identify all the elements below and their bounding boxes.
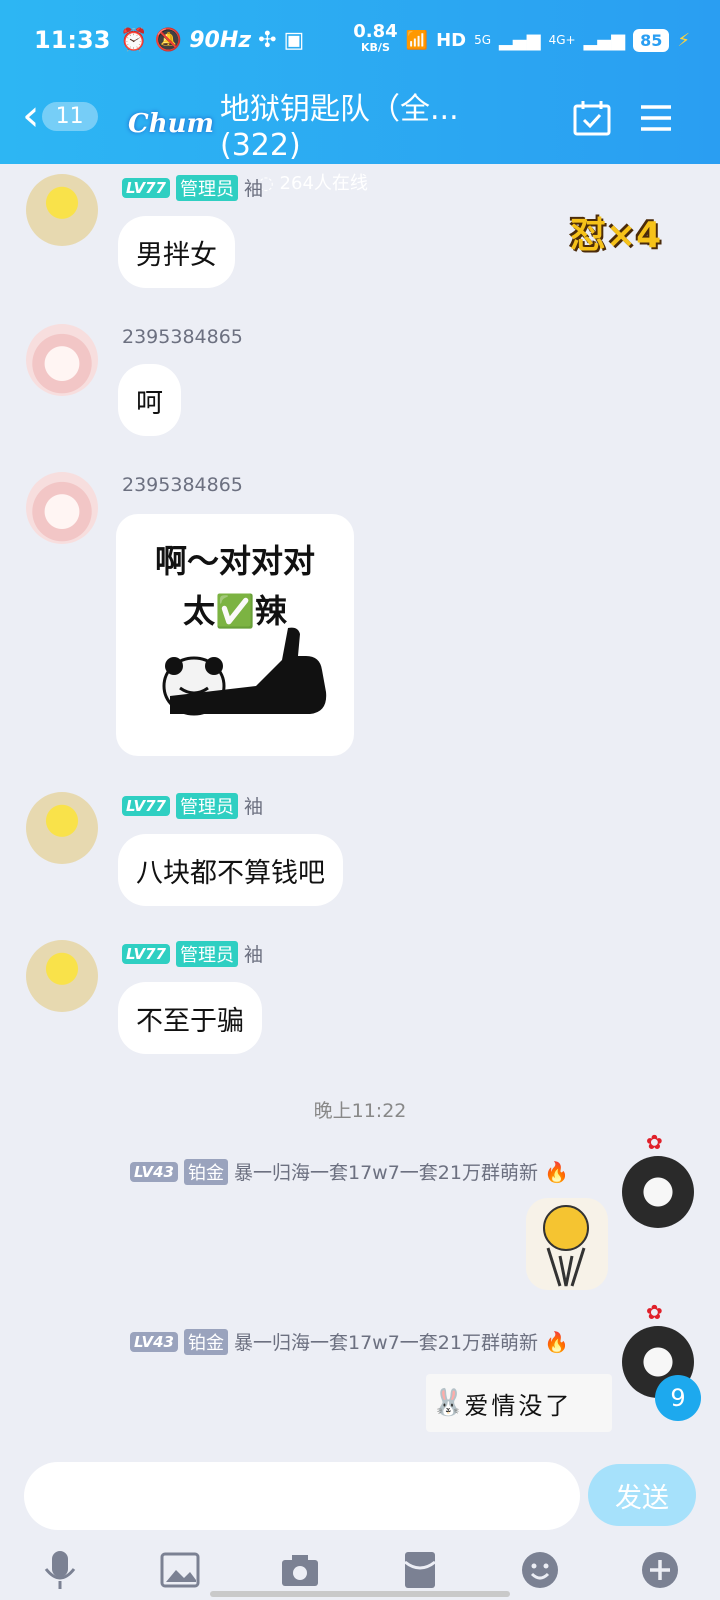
level-tag: LV77: [122, 177, 170, 198]
message-bubble[interactable]: 八块都不算钱吧: [118, 834, 343, 906]
sender-meta: 2395384865: [122, 326, 243, 348]
home-indicator[interactable]: [210, 1591, 510, 1597]
camera-icon[interactable]: [278, 1548, 322, 1592]
emoji-icon[interactable]: [518, 1548, 562, 1592]
avatar[interactable]: [26, 324, 98, 396]
sender-meta: LV77 管理员 袖: [122, 940, 263, 967]
avatar[interactable]: [26, 472, 98, 544]
new-message-badge[interactable]: 9: [655, 1375, 701, 1421]
online-count: 264人在线: [279, 173, 368, 194]
plus-icon[interactable]: [638, 1548, 682, 1592]
avatar[interactable]: [26, 792, 98, 864]
sticker-message[interactable]: 🐰 爱情没了: [426, 1374, 612, 1432]
image-icon[interactable]: [158, 1548, 202, 1592]
sender-name: 袖: [243, 944, 263, 966]
group-title: 地狱钥匙队（全...(322): [220, 92, 459, 163]
chevron-left-icon: ‹: [22, 90, 40, 141]
signal-icon-2: ▂▄▆: [583, 29, 626, 51]
brand-logo: Chum: [128, 108, 215, 139]
calendar-check-icon[interactable]: [572, 98, 612, 138]
role-tag: 管理员: [175, 792, 238, 819]
sticker-message[interactable]: [526, 1198, 608, 1290]
message-bubble[interactable]: 不至于骗: [118, 982, 262, 1054]
sender-meta: 2395384865: [122, 474, 243, 496]
wifi-icon: 📶: [405, 29, 429, 51]
sender-name: 2395384865: [122, 326, 243, 348]
hd-label: HD: [436, 29, 467, 51]
unread-count: 11: [41, 101, 98, 131]
net-speed: 0.84: [353, 21, 398, 42]
net-speed-unit: KB/S: [361, 41, 390, 54]
status-bar: 11:33 ⏰ 🔕 90Hz ✣ ▣ 0.84 KB/S 📶 HD 5G ▂▄▆ 4…: [34, 22, 690, 58]
red-packet-icon[interactable]: [398, 1548, 442, 1592]
flower-icon: ✿: [646, 1130, 663, 1154]
sender-meta: LV43 铂金 暴一归海一套17w7一套21万群萌新 🔥: [130, 1328, 569, 1355]
level-tag: LV77: [122, 795, 170, 816]
mute-icon: 🔕: [154, 27, 183, 53]
sender-meta: LV77 管理员 袖: [122, 792, 263, 819]
level-tag: LV43: [130, 1161, 178, 1182]
microphone-icon[interactable]: [38, 1548, 82, 1592]
fan-icon: ✣: [258, 27, 277, 53]
role-tag: 管理员: [175, 174, 238, 201]
avatar[interactable]: [622, 1156, 694, 1228]
role-tag: 管理员: [175, 940, 238, 967]
signal-5g: 5G: [474, 33, 492, 47]
sender-meta: LV43 铂金 暴一归海一套17w7一套21万群萌新 🔥: [130, 1158, 569, 1185]
thumbs-up-panda-icon: [162, 627, 327, 716]
avatar[interactable]: [26, 174, 98, 246]
message-input[interactable]: [24, 1462, 580, 1530]
sender-name: 暴一归海一套17w7一套21万群萌新: [233, 1332, 538, 1354]
avatar[interactable]: [26, 940, 98, 1012]
sender-name: 袖: [243, 796, 263, 818]
charging-icon: ⚡: [677, 29, 690, 51]
fire-icon: 🔥: [543, 1159, 569, 1184]
role-tag: 铂金: [183, 1328, 228, 1355]
back-button[interactable]: ‹ 11: [22, 90, 98, 141]
sender-name: 2395384865: [122, 474, 243, 496]
refresh-rate: 90Hz: [189, 27, 252, 53]
sender-meta: LV77 管理员 袖: [122, 174, 263, 201]
sticker-text-1: 啊～对对对: [154, 542, 315, 580]
time-separator: 晚上11:22: [313, 1100, 407, 1122]
level-tag: LV77: [122, 943, 170, 964]
sticker-text: 爱情没了: [464, 1391, 573, 1420]
alarm-icon: ⏰: [120, 27, 148, 53]
menu-icon[interactable]: [636, 98, 676, 138]
send-button[interactable]: 发送: [588, 1464, 696, 1526]
message-bubble[interactable]: 呵: [118, 364, 181, 436]
sender-name: 袖: [243, 178, 263, 200]
header: 11:33 ⏰ 🔕 90Hz ✣ ▣ 0.84 KB/S 📶 HD 5G ▂▄▆ 4…: [0, 0, 720, 194]
level-tag: LV43: [130, 1331, 178, 1352]
praying-emoji-icon: [543, 1205, 589, 1287]
status-time: 11:33: [34, 26, 111, 54]
signal-icon: ▂▄▆: [499, 29, 541, 51]
flower-icon: ✿: [646, 1300, 663, 1324]
role-tag: 铂金: [183, 1158, 228, 1185]
sticker-message[interactable]: 啊～对对对 太✅辣: [116, 514, 354, 756]
app-icon: ▣: [283, 27, 305, 53]
bunny-icon: 🐰: [432, 1388, 465, 1418]
message-bubble[interactable]: 男拌女: [118, 216, 235, 288]
sender-name: 暴一归海一套17w7一套21万群萌新: [233, 1162, 538, 1184]
signal-4g: 4G+: [548, 33, 576, 47]
fire-icon: 🔥: [543, 1329, 569, 1354]
battery-level: 85: [633, 28, 670, 52]
combo-badge: 怼×4: [570, 215, 662, 256]
